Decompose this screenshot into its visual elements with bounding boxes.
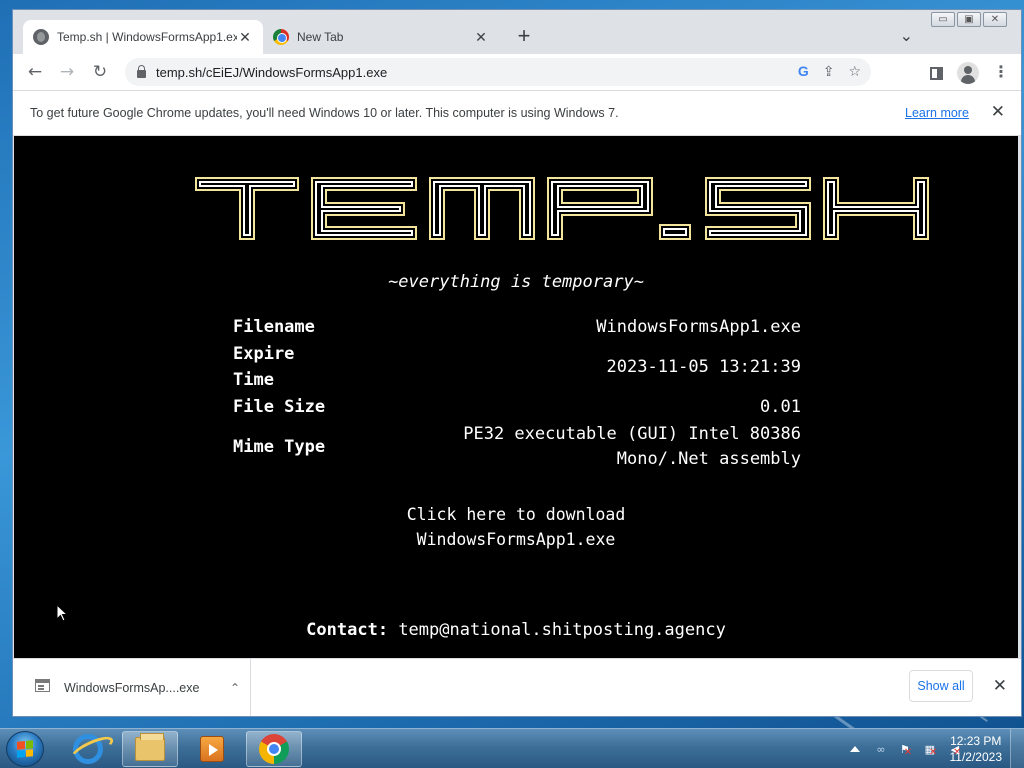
taskbar-google-chrome[interactable] — [246, 731, 302, 767]
network-sharing-icon[interactable]: ∞ — [873, 742, 889, 756]
chrome-window: Temp.sh | WindowsFormsApp1.exe ✕ New Tab… — [12, 9, 1022, 717]
logo-letter-h — [823, 177, 929, 240]
lock-icon[interactable] — [137, 64, 146, 78]
taskbar-internet-explorer[interactable] — [60, 731, 116, 767]
logo-dot — [659, 224, 691, 240]
taskbar: ∞ ⚑ ✕ ▦ ✕ ◀ ✕ 12:23 PM 11/2/2023 — [0, 728, 1024, 768]
action-center-flag-icon[interactable]: ⚑ ✕ — [898, 742, 914, 758]
logo-letter-s — [705, 177, 811, 240]
tab-title: Temp.sh | WindowsFormsApp1.exe — [57, 30, 237, 44]
maximize-button[interactable]: ▣ — [957, 12, 981, 27]
network-icon[interactable]: ▦ ✕ — [923, 742, 939, 758]
close-tab-icon[interactable]: ✕ — [473, 29, 489, 46]
file-size-value: 0.01 — [760, 397, 801, 417]
filename-row: Filename WindowsFormsApp1.exe — [233, 314, 801, 340]
mime-type-value: PE32 executable (GUI) Intel 80386 Mono/.… — [463, 422, 801, 472]
download-link-line-1[interactable]: Click here to download — [14, 502, 1018, 527]
window-controls: ▭ ▣ ✕ — [931, 12, 1007, 27]
folder-icon — [135, 733, 165, 761]
close-shelf-icon[interactable]: ✕ — [993, 676, 1007, 696]
clock-time: 12:23 PM — [950, 734, 1002, 748]
system-tray: ∞ ⚑ ✕ ▦ ✕ ◀ ✕ — [850, 729, 964, 768]
contact-label: Contact: — [306, 620, 389, 640]
mime-type-row: Mime Type PE32 executable (GUI) Intel 80… — [233, 420, 801, 474]
tab-temp-sh[interactable]: Temp.sh | WindowsFormsApp1.exe ✕ — [23, 20, 263, 54]
forward-button[interactable]: → — [55, 60, 79, 84]
download-link[interactable]: Click here to download WindowsFormsApp1.… — [14, 502, 1018, 552]
chrome-icon — [259, 734, 289, 764]
mime-type-label: Mime Type — [233, 437, 326, 457]
globe-icon — [33, 29, 49, 45]
show-desktop-button[interactable] — [1010, 729, 1024, 768]
close-tab-icon[interactable]: ✕ — [237, 29, 253, 46]
mouse-cursor-icon — [56, 604, 68, 622]
expire-time-label: Expire Time — [233, 344, 295, 390]
minimize-button[interactable]: ▭ — [931, 12, 955, 27]
logo-letter-t1 — [195, 177, 299, 240]
expire-time-row: Expire Time 2023-11-05 13:21:39 — [233, 340, 801, 394]
tagline: ~everything is temporary~ — [388, 272, 644, 292]
close-infobar-icon[interactable]: ✕ — [991, 102, 1005, 122]
windows-logo-icon — [17, 740, 33, 758]
clock-date: 11/2/2023 — [949, 750, 1003, 764]
infobar-message: To get future Google Chrome updates, you… — [30, 106, 619, 120]
side-panel-icon[interactable] — [930, 66, 943, 80]
learn-more-link[interactable]: Learn more — [905, 106, 969, 120]
download-item[interactable]: WindowsFormsAp....exe ⌃ — [13, 659, 251, 716]
internet-explorer-icon — [73, 734, 103, 764]
update-infobar: To get future Google Chrome updates, you… — [13, 90, 1021, 136]
logo-letter-p — [547, 177, 653, 240]
bookmark-star-icon[interactable]: ☆ — [848, 63, 861, 80]
chevron-up-icon[interactable]: ⌃ — [220, 681, 250, 695]
expire-time-value: 2023-11-05 13:21:39 — [606, 357, 801, 377]
logo-letter-e — [311, 177, 417, 240]
close-window-button[interactable]: ✕ — [983, 12, 1007, 27]
url-text: temp.sh/cEiEJ/WindowsFormsApp1.exe — [156, 64, 388, 80]
menu-dots-icon[interactable]: ⋮ — [993, 65, 1009, 81]
page-content: ~everything is temporary~ Filename Windo… — [14, 136, 1018, 658]
download-item-name: WindowsFormsAp....exe — [64, 681, 200, 695]
download-shelf: WindowsFormsAp....exe ⌃ Show all ✕ — [13, 658, 1021, 716]
taskbar-media-player[interactable] — [184, 731, 240, 767]
omnibox-icons: G ⇪ ☆ — [798, 63, 861, 80]
contact-email[interactable]: temp@national.shitposting.agency — [398, 620, 726, 640]
toolbar-right: ⋮ — [930, 62, 1009, 84]
chrome-icon — [273, 29, 289, 45]
filename-label: Filename — [233, 317, 315, 337]
tab-search-chevron-icon[interactable]: ⌄ — [900, 26, 913, 46]
contact-line: Contact: temp@national.shitposting.agenc… — [14, 620, 1018, 640]
filename-value: WindowsFormsApp1.exe — [596, 317, 801, 337]
mime-type-line-1: PE32 executable (GUI) Intel 80386 — [463, 424, 801, 444]
start-button[interactable] — [6, 731, 44, 767]
google-icon[interactable]: G — [798, 63, 809, 80]
browser-toolbar: ← → ↻ temp.sh/cEiEJ/WindowsFormsApp1.exe… — [13, 54, 1021, 90]
file-size-label: File Size — [233, 397, 326, 417]
profile-avatar-icon[interactable] — [957, 62, 979, 84]
executable-file-icon — [35, 678, 50, 692]
new-tab-button[interactable]: + — [513, 25, 535, 47]
tab-title: New Tab — [297, 30, 344, 44]
tab-strip: Temp.sh | WindowsFormsApp1.exe ✕ New Tab… — [13, 10, 1021, 54]
back-button[interactable]: ← — [23, 60, 47, 84]
download-link-line-2[interactable]: WindowsFormsApp1.exe — [14, 527, 1018, 552]
reload-button[interactable]: ↻ — [88, 60, 112, 84]
show-hidden-icons-icon[interactable] — [850, 746, 860, 752]
tab-new-tab[interactable]: New Tab ✕ — [263, 20, 499, 54]
show-all-button[interactable]: Show all — [909, 670, 973, 702]
file-size-row: File Size 0.01 — [233, 394, 801, 420]
logo-letter-m — [429, 177, 535, 240]
taskbar-clock[interactable]: 12:23 PM 11/2/2023 — [950, 733, 1003, 765]
taskbar-windows-explorer[interactable] — [122, 731, 178, 767]
temp-sh-logo — [195, 177, 929, 240]
mime-type-line-2: Mono/.Net assembly — [616, 449, 801, 469]
media-player-icon — [200, 736, 224, 762]
file-info-table: Filename WindowsFormsApp1.exe Expire Tim… — [233, 314, 801, 474]
address-bar[interactable]: temp.sh/cEiEJ/WindowsFormsApp1.exe G ⇪ ☆ — [125, 58, 871, 86]
share-icon[interactable]: ⇪ — [823, 63, 835, 80]
